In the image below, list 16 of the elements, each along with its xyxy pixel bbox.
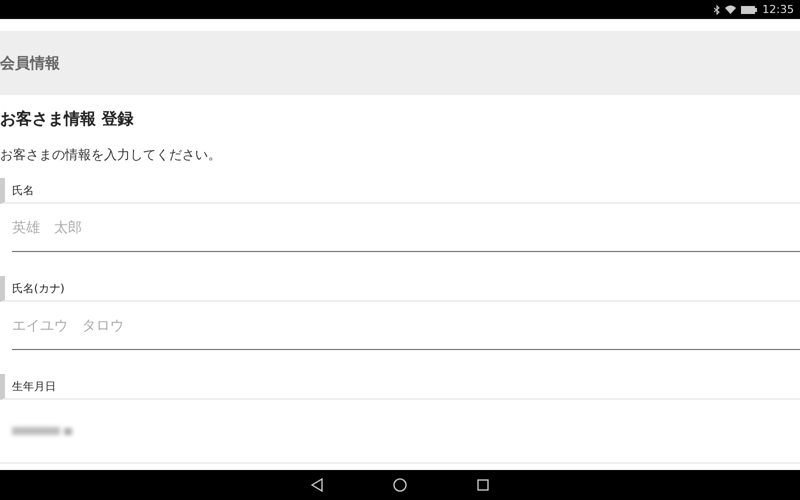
form-description: お客さまの情報を入力してください。 xyxy=(0,147,222,164)
home-icon[interactable] xyxy=(393,478,407,492)
back-icon[interactable] xyxy=(311,478,323,492)
bluetooth-icon xyxy=(714,4,720,14)
form-title: お客さま情報 登録 xyxy=(0,109,135,130)
blurred-value-drawing xyxy=(12,426,72,436)
field-label: 氏名 xyxy=(0,178,800,204)
clock-time: 12:35 xyxy=(762,3,794,16)
field-label: 氏名(カナ) xyxy=(0,276,800,302)
recents-icon[interactable] xyxy=(477,479,489,491)
input-field[interactable]: エイユウ タロウ xyxy=(12,302,800,350)
battery-icon xyxy=(741,6,758,14)
input-field[interactable]: 英雄 太郎 xyxy=(12,204,800,252)
wifi-icon xyxy=(725,5,736,14)
header-title: 会員情報 xyxy=(0,54,60,72)
field-label: 生年月日 xyxy=(0,374,800,400)
